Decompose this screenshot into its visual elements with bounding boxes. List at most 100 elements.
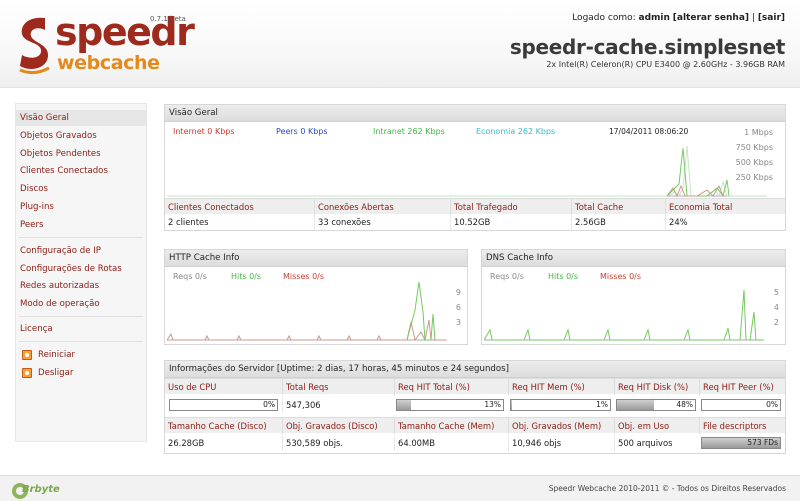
http-cache-title: HTTP Cache Info [165, 250, 467, 267]
sidebar-divider [19, 341, 143, 342]
legend-peers: Peers 0 Kbps [276, 127, 328, 136]
cpu-usage-text: 0% [263, 400, 275, 409]
login-info: Logado como: admin [alterar senha] | [sa… [572, 13, 785, 23]
total-traffic-value: 10.52GB [450, 215, 571, 230]
server-header: File descriptors [699, 418, 785, 434]
server-header: Req HIT Total (%) [394, 379, 508, 395]
sidebar-item-redes-autorizadas[interactable]: Redes autorizadas [16, 278, 146, 294]
logo-text-webcache: webcache [57, 52, 160, 74]
sidebar-item-discos[interactable]: Discos [16, 181, 146, 197]
power-icon[interactable] [22, 368, 32, 378]
legend-http-misses: Misses 0/s [283, 272, 325, 281]
file-descriptors-text: 573 FDs [747, 438, 778, 447]
dns-cache-title: DNS Cache Info [482, 250, 785, 267]
restart-icon[interactable] [22, 350, 32, 360]
hit-disk-bar: 48% [616, 399, 696, 411]
http-cache-panel: HTTP Cache Info Reqs 0/s Hits 0/s Misses… [164, 249, 468, 345]
objects-stored-mem-value: 10,946 objs [508, 436, 614, 451]
dns-cache-panel: DNS Cache Info Reqs 0/s Hits 0/s Misses … [481, 249, 786, 345]
sidebar-item-configuracao-ip[interactable]: Configuração de IP [16, 243, 146, 259]
axis-label: 1 Mbps [744, 128, 773, 137]
sidebar-item-licenca[interactable]: Licença [16, 321, 146, 337]
server-header: Total Reqs [282, 379, 394, 395]
dns-cache-graph [484, 289, 764, 341]
legend-dns-misses: Misses 0/s [600, 272, 642, 281]
bar-fill [511, 400, 512, 410]
axis-label: 4 [773, 303, 779, 312]
hit-disk-text: 48% [676, 400, 693, 409]
server-header: Req HIT Mem (%) [508, 379, 614, 395]
server-header: Uso de CPU [168, 382, 217, 392]
server-header-row-2: Tamanho Cache (Disco) Obj. Gravados (Dis… [165, 417, 785, 434]
server-info-panel: Informações do Servidor [Uptime: 2 dias,… [164, 360, 786, 454]
overview-header-row: Clientes Conectados Conexões Abertas Tot… [165, 198, 785, 215]
server-header: Obj. em Uso [614, 418, 699, 434]
axis-label: 2 [773, 318, 779, 327]
cache-size-mem-value: 64.00MB [394, 436, 508, 451]
sidebar-item-configuracoes-rotas[interactable]: Configurações de Rotas [16, 261, 146, 277]
change-password-link[interactable]: [alterar senha] [673, 13, 749, 23]
sidebar-item-plugins[interactable]: Plug-ins [16, 199, 146, 215]
username: admin [638, 13, 670, 23]
hit-mem-bar: 1% [510, 399, 611, 411]
sidebar-item-modo-operacao[interactable]: Modo de operação [16, 296, 146, 312]
sidebar: Visão Geral Objetos Gravados Objetos Pen… [15, 103, 147, 442]
overview-header: Total Cache [571, 199, 665, 215]
total-reqs-value: 547,306 [282, 398, 394, 413]
overview-timestamp: 17/04/2011 08:06:20 [609, 127, 689, 136]
file-descriptors-bar: 573 FDs [701, 437, 781, 449]
header: speedr webcache 0.7.1 beta Logado como: … [0, 0, 800, 88]
logout-link[interactable]: [sair] [758, 13, 785, 23]
server-info-title: Informações do Servidor [Uptime: 2 dias,… [165, 361, 785, 378]
sidebar-divider [19, 316, 143, 317]
sidebar-item-objetos-gravados[interactable]: Objetos Gravados [16, 128, 146, 144]
hit-mem-text: 1% [596, 400, 608, 409]
overview-header: Clientes Conectados [168, 202, 254, 212]
sidebar-item-peers[interactable]: Peers [16, 217, 146, 233]
shutdown-button[interactable]: Desligar [38, 368, 73, 378]
traffic-graph [167, 145, 767, 198]
overview-title: Visão Geral [165, 105, 785, 122]
login-separator: | [751, 13, 755, 23]
sidebar-item-visao-geral[interactable]: Visão Geral [16, 110, 146, 126]
version-label: 0.7.1 beta [150, 15, 186, 23]
login-prefix: Logado como: [572, 13, 636, 23]
total-savings-value: 24% [665, 215, 785, 230]
hit-peer-text: 0% [766, 400, 778, 409]
legend-http-hits: Hits 0/s [231, 272, 262, 281]
server-header-row-1: Uso de CPU Total Reqs Req HIT Total (%) … [165, 378, 785, 395]
server-header: Tamanho Cache (Disco) [168, 421, 267, 431]
server-header: Obj. Gravados (Mem) [508, 418, 614, 434]
server-header: Obj. Gravados (Disco) [282, 418, 394, 434]
objects-in-use-value: 500 arquivos [614, 436, 699, 451]
server-header: Req HIT Peer (%) [699, 379, 785, 395]
bar-fill [617, 400, 655, 410]
legend-internet: Internet 0 Kbps [173, 127, 235, 136]
hostname: speedr-cache.simplesnet [509, 35, 785, 59]
sidebar-item-clientes-conectados[interactable]: Clientes Conectados [16, 163, 146, 179]
legend-http-reqs: Reqs 0/s [173, 272, 207, 281]
overview-header: Total Trafegado [450, 199, 571, 215]
open-connections-value: 33 conexões [314, 215, 450, 230]
cache-size-disk-value: 26.28GB [168, 438, 205, 448]
restart-button[interactable]: Reiniciar [38, 350, 75, 360]
overview-header: Economia Total [665, 199, 785, 215]
server-header: Tamanho Cache (Mem) [394, 418, 508, 434]
server-header: Req HIT Disk (%) [614, 379, 699, 395]
total-cache-value: 2.56GB [571, 215, 665, 230]
http-cache-graph [167, 282, 447, 342]
legend-dns-reqs: Reqs 0/s [490, 272, 524, 281]
cpu-usage-bar: 0% [169, 399, 278, 411]
axis-label: 5 [773, 288, 779, 297]
footer: Brbyte Speedr Webcache 2010-2011 © - Tod… [0, 475, 800, 501]
hit-total-bar: 13% [396, 399, 504, 411]
overview-header: Conexões Abertas [314, 199, 450, 215]
brbyte-logo-text: Brbyte [22, 484, 60, 495]
legend-intranet: Intranet 262 Kbps [373, 127, 445, 136]
speedr-logo-icon [19, 17, 50, 75]
legend-dns-hits: Hits 0/s [548, 272, 579, 281]
clients-connected-value: 2 clientes [168, 217, 209, 227]
objects-stored-disk-value: 530,589 objs. [282, 436, 394, 451]
sidebar-item-objetos-pendentes[interactable]: Objetos Pendentes [16, 146, 146, 162]
sidebar-divider [19, 237, 143, 238]
